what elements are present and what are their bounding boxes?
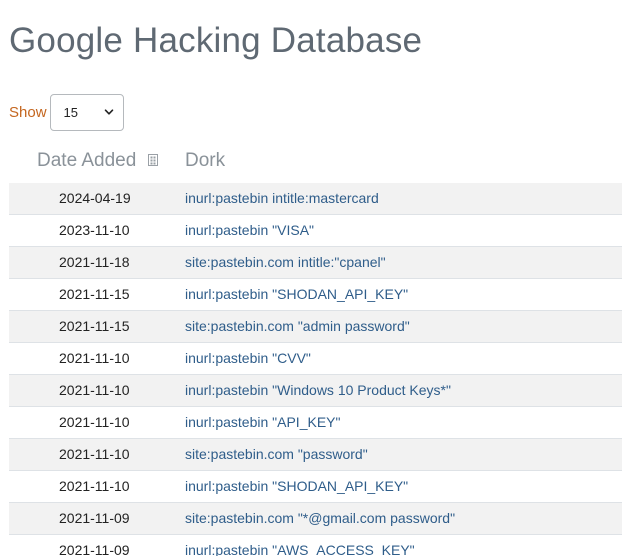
date-cell: 2021-11-10 — [59, 382, 130, 398]
dork-link[interactable]: site:pastebin.com "admin password" — [185, 318, 410, 334]
table-row: 2021-11-15 inurl:pastebin "SHODAN_API_KE… — [9, 279, 622, 311]
table-row: 2021-11-10 inurl:pastebin "Windows 10 Pr… — [9, 375, 622, 407]
column-header-dork: Dork — [185, 150, 226, 171]
show-label: Show — [9, 103, 47, 121]
length-control: Show 15 — [9, 93, 124, 131]
date-cell: 2021-11-10 — [59, 446, 130, 462]
dork-link[interactable]: inurl:pastebin "SHODAN_API_KEY" — [185, 478, 408, 494]
table-row: 2021-11-10 inurl:pastebin "CVV" — [9, 343, 622, 375]
table-row: 2024-04-19 inurl:pastebin intitle:master… — [9, 183, 622, 215]
date-cell: 2021-11-10 — [59, 478, 130, 494]
dork-link[interactable]: inurl:pastebin "SHODAN_API_KEY" — [185, 286, 408, 302]
date-cell: 2021-11-18 — [59, 254, 130, 270]
dork-link[interactable]: inurl:pastebin "AWS_ACCESS_KEY" — [185, 542, 415, 556]
table-row: 2021-11-10 inurl:pastebin "API_KEY" — [9, 407, 622, 439]
table-row: 2021-11-15 site:pastebin.com "admin pass… — [9, 311, 622, 343]
table-row: 2021-11-18 site:pastebin.com intitle:"cp… — [9, 247, 622, 279]
date-cell: 2021-11-10 — [59, 350, 130, 366]
table-row: 2021-11-09 inurl:pastebin "AWS_ACCESS_KE… — [9, 535, 622, 556]
date-cell: 2021-11-09 — [59, 542, 130, 556]
dork-link[interactable]: inurl:pastebin "API_KEY" — [185, 414, 340, 430]
chevron-down-icon — [104, 109, 113, 115]
page-title: Google Hacking Database — [9, 21, 423, 60]
sort-icon[interactable] — [148, 154, 158, 166]
date-cell: 2021-11-09 — [59, 510, 130, 526]
column-header-date-added[interactable]: Date Added — [37, 150, 136, 172]
dork-link[interactable]: site:pastebin.com "*@gmail.com password" — [185, 510, 455, 526]
dork-link[interactable]: inurl:pastebin "VISA" — [185, 222, 314, 238]
table-row: 2023-11-10 inurl:pastebin "VISA" — [9, 215, 622, 247]
dork-link[interactable]: inurl:pastebin "Windows 10 Product Keys*… — [185, 382, 451, 398]
page: Google Hacking Database Show 15 Date Add… — [0, 0, 622, 556]
table-row: 2021-11-10 inurl:pastebin "SHODAN_API_KE… — [9, 471, 622, 503]
table-row: 2021-11-09 site:pastebin.com "*@gmail.co… — [9, 503, 622, 535]
dork-link[interactable]: site:pastebin.com "password" — [185, 446, 368, 462]
table-header: Date Added Dork — [9, 148, 622, 184]
dork-link[interactable]: inurl:pastebin "CVV" — [185, 350, 311, 366]
date-cell: 2024-04-19 — [59, 190, 131, 206]
table-body: 2024-04-19 inurl:pastebin intitle:master… — [9, 183, 622, 556]
date-cell: 2021-11-15 — [59, 286, 130, 302]
page-length-value: 15 — [63, 104, 78, 120]
date-cell: 2021-11-15 — [59, 318, 130, 334]
page-length-select[interactable]: 15 — [49, 93, 124, 131]
date-cell: 2021-11-10 — [59, 414, 130, 430]
table-row: 2021-11-10 site:pastebin.com "password" — [9, 439, 622, 471]
dork-link[interactable]: inurl:pastebin intitle:mastercard — [185, 190, 379, 206]
dork-link[interactable]: site:pastebin.com intitle:"cpanel" — [185, 254, 386, 270]
date-cell: 2023-11-10 — [59, 222, 130, 238]
